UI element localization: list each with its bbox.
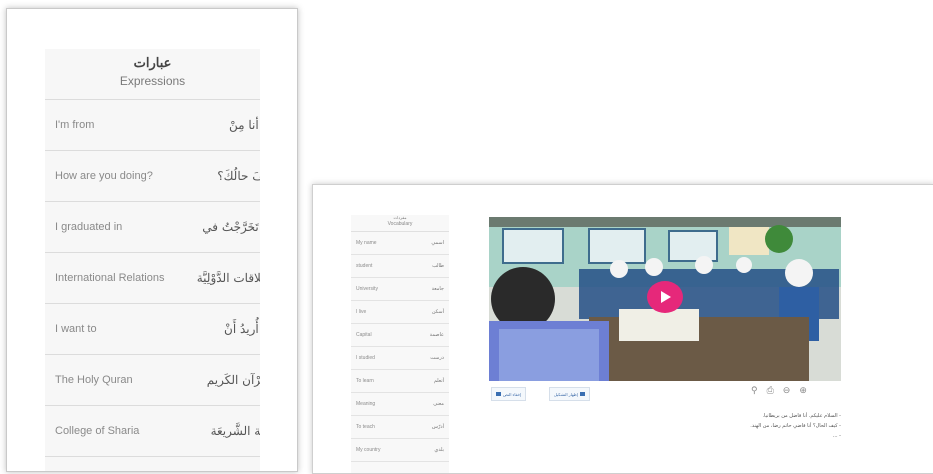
vocabulary-arabic: جامعة [431, 286, 444, 292]
vocabulary-english: Capital [356, 332, 372, 338]
zoom-in-icon[interactable]: ⊕ [799, 385, 807, 396]
play-icon[interactable] [647, 281, 683, 313]
expression-arabic: أنا مِنْ ... [229, 118, 260, 132]
vocabulary-english: student [356, 263, 373, 269]
expression-english: College of Sharia [55, 425, 140, 437]
expression-english: The Holy Quran [55, 374, 133, 386]
vocabulary-arabic: عاصمة [429, 332, 444, 338]
expression-english: International Relations [55, 272, 165, 284]
vocabulary-row: I live أسكن [351, 301, 449, 324]
expression-arabic: العَلاقات الدَّوْلِيَّة [196, 271, 260, 285]
vocabulary-row: Meaning معنى [351, 393, 449, 416]
vocabulary-english: My name [356, 240, 377, 246]
vocabulary-row: student طالب [351, 255, 449, 278]
vocabulary-arabic: طالب [432, 263, 444, 269]
vocabulary-arabic: أسكن [431, 309, 444, 315]
vocabulary-table: مفردات Vocabulary My name اسمي student طال… [351, 215, 449, 473]
expression-row: I want to أُريدُ أَنْ ... [45, 304, 260, 355]
vocabulary-title-english: Vocabulary [387, 221, 413, 227]
expression-row: The Holy Quran القُرْآن الكَريم [45, 355, 260, 406]
show-diacritics-label: إظهار التشكيل [554, 391, 578, 397]
dialogue-line: - كيف الحال؟ أنا فاضي حاتم رضا، من الهند… [750, 423, 841, 429]
expressions-card: عبارات Expressions I'm from أنا مِنْ ...… [6, 8, 298, 472]
vocabulary-arabic: بلدي [434, 447, 444, 453]
vocabulary-row: To teach أدرّس [351, 416, 449, 439]
vocabulary-row: My country بلدي [351, 439, 449, 462]
vocabulary-english: To learn [356, 378, 374, 384]
vocabulary-row: University جامعة [351, 278, 449, 301]
print-icon[interactable]: ⎙ [767, 385, 774, 396]
expression-arabic: كُلِّيَّة الشَّريعَة [210, 424, 260, 438]
hide-text-button[interactable]: إخفاء النص [491, 387, 527, 401]
speaker-icon [496, 392, 501, 396]
expression-english: I graduated in [55, 221, 123, 233]
expression-row: I graduated in تَخَرَّجْتُ في ... [45, 202, 260, 253]
media-toolbar: ⚲ ⎙ ⊖ ⊕ [751, 385, 807, 396]
vocabulary-arabic: درست [430, 355, 444, 361]
expression-row: How are you doing? كَيْفَ حالُكَ؟ [45, 151, 260, 202]
expressions-header: عبارات Expressions [45, 49, 260, 100]
vocabulary-arabic: أتعلم [433, 378, 444, 384]
vocabulary-english: To teach [356, 424, 375, 430]
expression-row: I'm from أنا مِنْ ... [45, 100, 260, 151]
vocabulary-english: My country [356, 447, 381, 453]
expression-arabic: القُرْآن الكَريم [206, 373, 260, 387]
vocabulary-english: Meaning [356, 401, 376, 407]
vocabulary-header: مفردات Vocabulary [351, 215, 449, 232]
vocabulary-arabic: أدرّس [431, 424, 444, 430]
show-diacritics-button[interactable]: إظهار التشكيل [549, 387, 590, 401]
vocabulary-row: To learn أتعلم [351, 370, 449, 393]
expression-arabic: تَخَرَّجْتُ في ... [202, 220, 260, 234]
hide-text-label: إخفاء النص [503, 391, 522, 397]
expression-arabic: أُريدُ أَنْ ... [224, 322, 260, 336]
expressions-table: عبارات Expressions I'm from أنا مِنْ ...… [45, 49, 260, 471]
vocabulary-english: University [356, 286, 378, 292]
vocabulary-row: My name اسمي [351, 232, 449, 255]
dialogue-text: - السلام عليكم. أنا فاضل من بريطانيا. - … [683, 411, 841, 441]
vocabulary-arabic: معنى [433, 401, 444, 407]
dialogue-line: - السلام عليكم. أنا فاضل من بريطانيا. [762, 413, 841, 419]
video-player[interactable] [489, 217, 841, 381]
vocabulary-row: I studied درست [351, 347, 449, 370]
expressions-title-english: Expressions [119, 74, 186, 88]
expression-english: I'm from [55, 119, 95, 131]
vocabulary-row: Capital عاصمة [351, 324, 449, 347]
lesson-card: مفردات Vocabulary My name اسمي student طال… [312, 184, 933, 474]
vocabulary-english: I live [356, 309, 367, 315]
check-icon [579, 392, 585, 396]
zoom-out-icon[interactable]: ⊖ [783, 385, 791, 396]
expressions-title-arabic: عبارات [133, 55, 172, 70]
expression-row: College of Sharia كُلِّيَّة الشَّريعَة [45, 406, 260, 457]
expression-english: How are you doing? [55, 170, 153, 182]
expression-row: International Relations العَلاقات الدَّو… [45, 253, 260, 304]
expression-english: I want to [55, 323, 97, 335]
expression-arabic: كَيْفَ حالُكَ؟ [217, 169, 260, 183]
vocabulary-english: I studied [356, 355, 375, 361]
dialogue-line: - ... [832, 433, 841, 439]
link-icon[interactable]: ⚲ [751, 385, 758, 396]
vocabulary-arabic: اسمي [431, 240, 444, 246]
